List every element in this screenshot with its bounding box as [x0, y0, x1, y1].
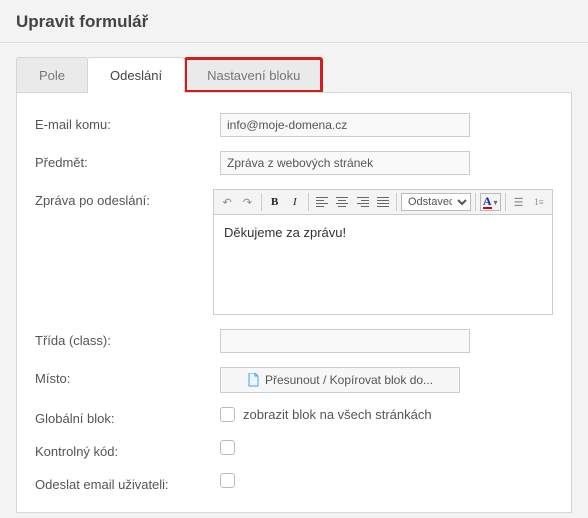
- separator: [261, 193, 262, 211]
- document-icon: [247, 373, 259, 387]
- bold-icon[interactable]: B: [265, 192, 283, 212]
- move-copy-button-label: Přesunout / Kopírovat blok do...: [265, 373, 433, 387]
- label-class: Třída (class):: [35, 329, 220, 348]
- tab-fields[interactable]: Pole: [16, 57, 88, 93]
- separator: [505, 193, 506, 211]
- subject-input[interactable]: [220, 151, 470, 175]
- global-block-checkbox-label: zobrazit blok na všech stránkách: [243, 407, 432, 422]
- align-right-icon[interactable]: [354, 192, 372, 212]
- page-title: Upravit formulář: [16, 12, 572, 32]
- bullet-list-icon[interactable]: ☰: [509, 192, 527, 212]
- label-message-after: Zpráva po odeslání:: [35, 189, 213, 208]
- text-color-picker[interactable]: A▾: [480, 193, 501, 211]
- email-to-input[interactable]: [220, 113, 470, 137]
- editor-toolbar: ↶ ↷ B I Odstav: [213, 189, 553, 215]
- align-justify-icon[interactable]: [374, 192, 392, 212]
- format-select[interactable]: Odstavec: [401, 193, 471, 211]
- align-center-icon[interactable]: [333, 192, 351, 212]
- label-email-to: E-mail komu:: [35, 113, 220, 132]
- move-copy-button[interactable]: Přesunout / Kopírovat blok do...: [220, 367, 460, 393]
- label-control-code: Kontrolný kód:: [35, 440, 220, 459]
- tab-send[interactable]: Odeslání: [87, 57, 185, 93]
- label-place: Místo:: [35, 367, 220, 386]
- tab-bar: Pole Odeslání Nastavení bloku: [0, 43, 588, 93]
- label-subject: Předmět:: [35, 151, 220, 170]
- separator: [396, 193, 397, 211]
- page-header: Upravit formulář: [0, 0, 588, 43]
- numbered-list-icon[interactable]: 1≡: [530, 192, 548, 212]
- separator: [475, 193, 476, 211]
- undo-icon[interactable]: ↶: [218, 192, 236, 212]
- editor-content[interactable]: Děkujeme za zprávu!: [213, 215, 553, 315]
- tab-block-settings[interactable]: Nastavení bloku: [184, 57, 323, 93]
- control-code-checkbox[interactable]: [220, 440, 235, 455]
- send-user-email-checkbox[interactable]: [220, 473, 235, 488]
- class-input[interactable]: [220, 329, 470, 353]
- label-global-block: Globální blok:: [35, 407, 220, 426]
- italic-icon[interactable]: I: [286, 192, 304, 212]
- align-left-icon[interactable]: [313, 192, 331, 212]
- global-block-checkbox[interactable]: [220, 407, 235, 422]
- form-panel: E-mail komu: Předmět: Zpráva po odeslání…: [16, 92, 572, 513]
- separator: [308, 193, 309, 211]
- label-send-user-email: Odeslat email uživateli:: [35, 473, 220, 492]
- redo-icon[interactable]: ↷: [238, 192, 256, 212]
